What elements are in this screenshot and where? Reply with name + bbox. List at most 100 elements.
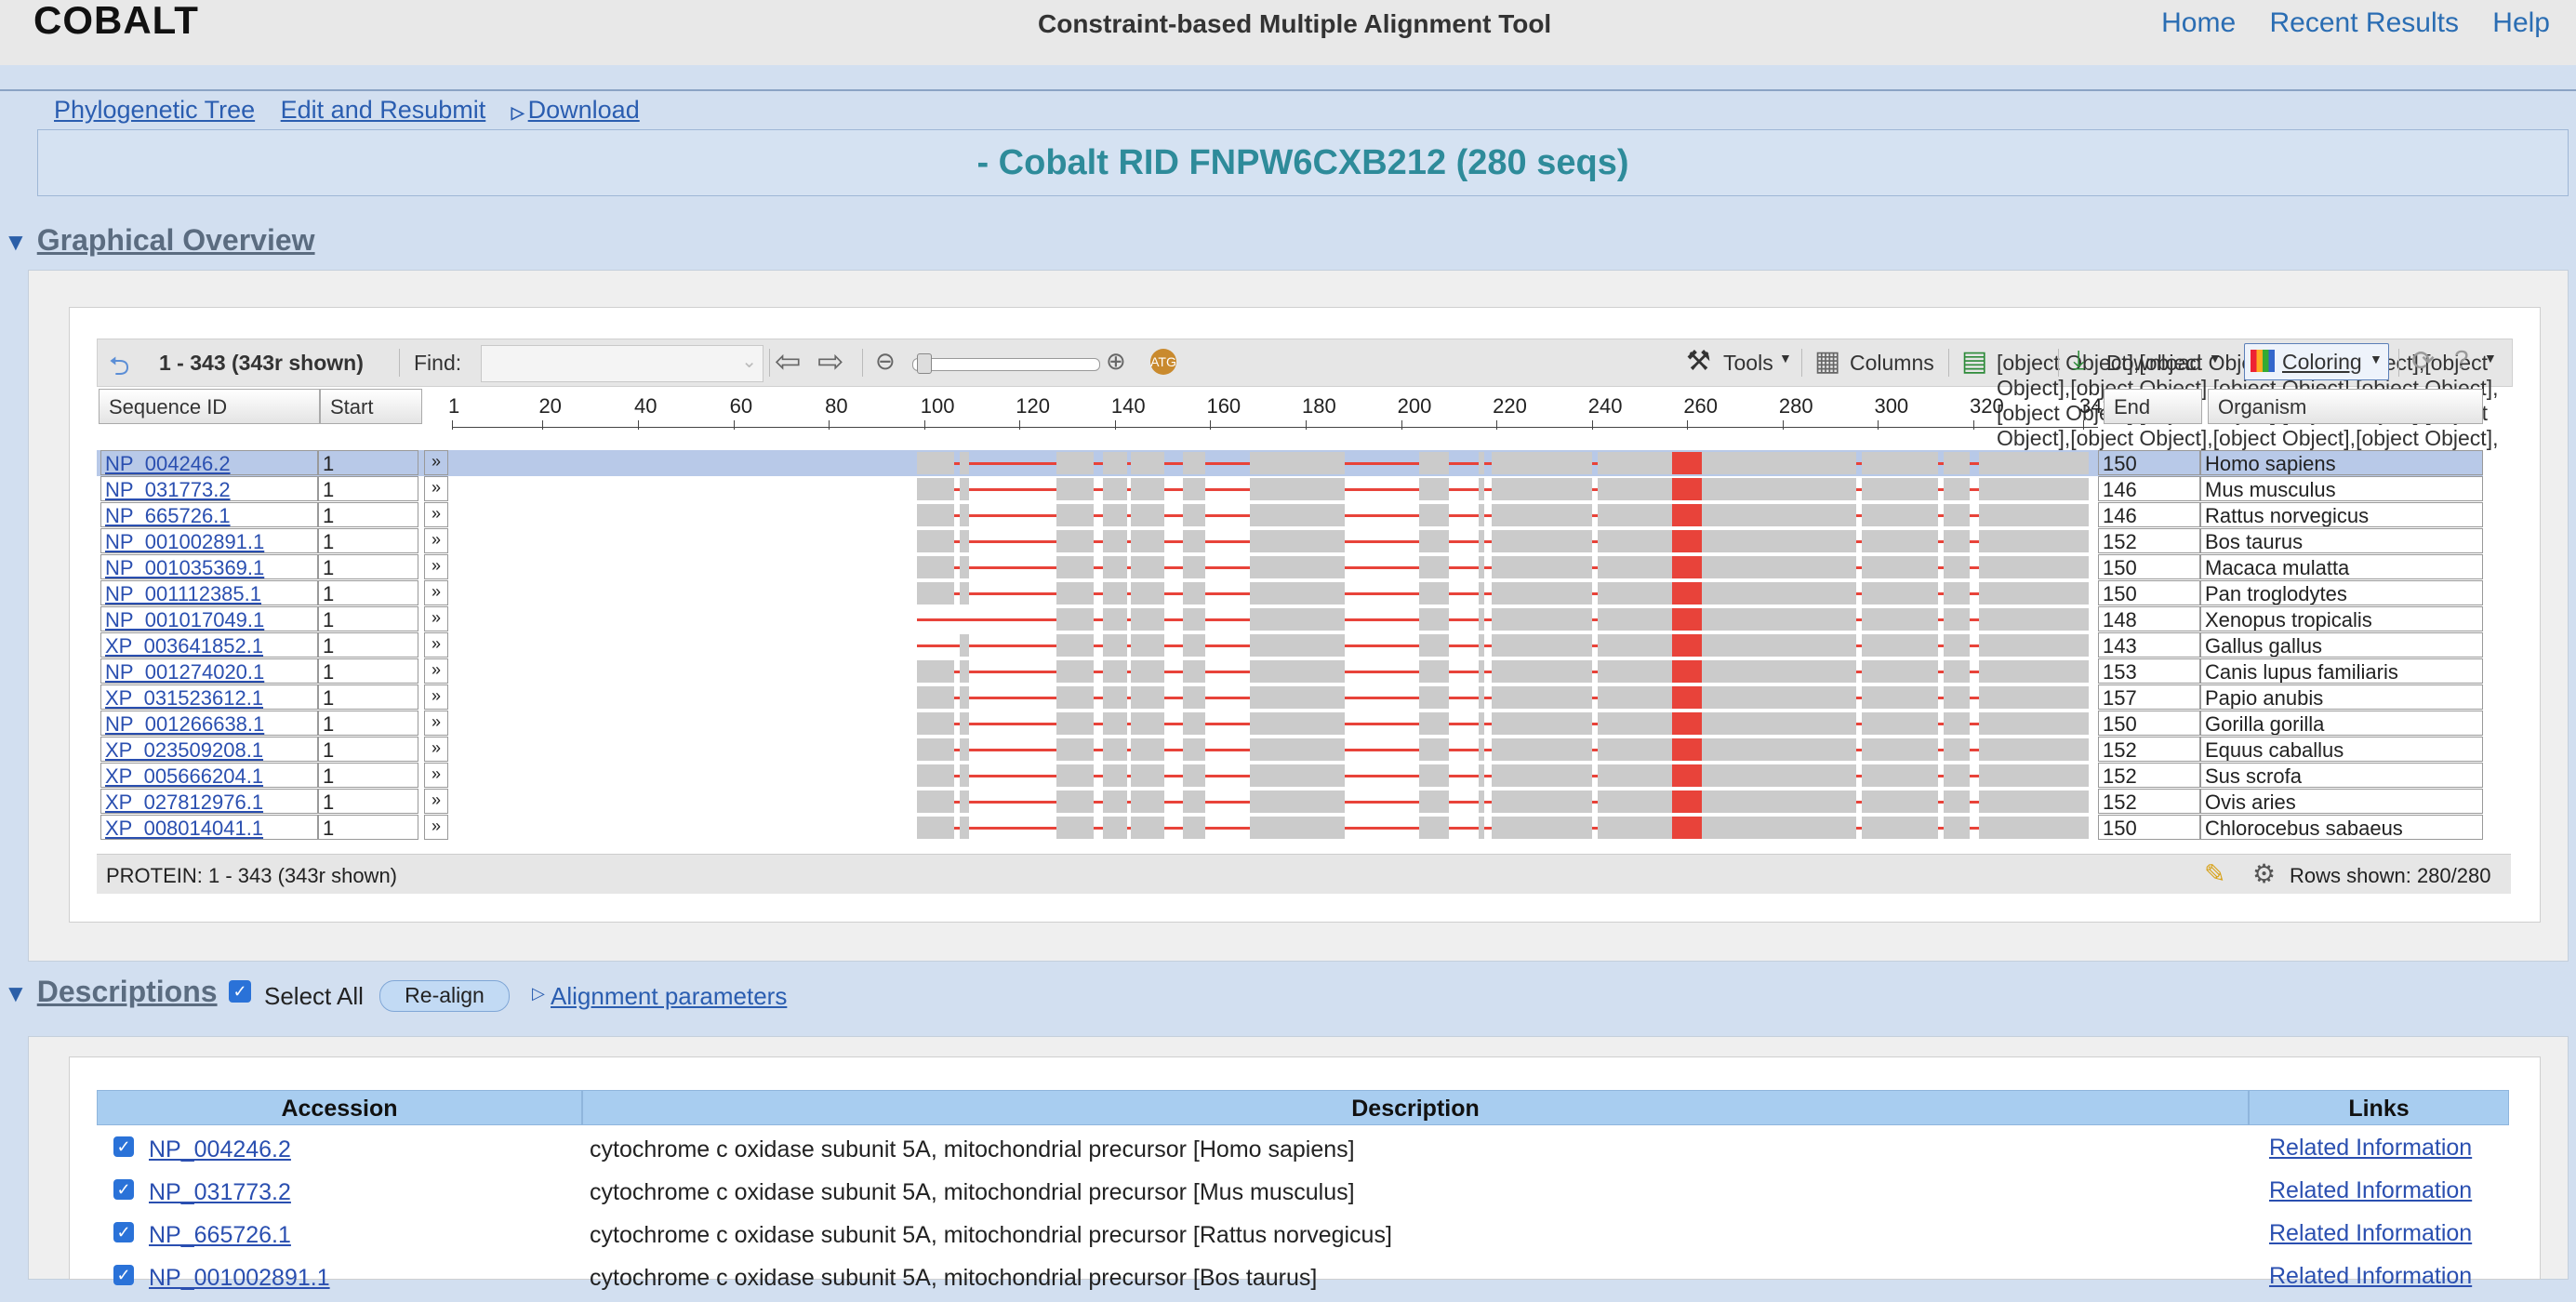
- alignment-row[interactable]: XP_008014041.1 1» 150 Chlorocebus sabaeus: [97, 815, 2483, 841]
- alignment-track[interactable]: [452, 763, 2098, 789]
- related-information-link[interactable]: Related Information: [2269, 1263, 2472, 1290]
- tools-caret-icon[interactable]: ▼: [1779, 351, 1792, 365]
- col-sequence-id[interactable]: Sequence ID: [99, 389, 320, 424]
- help-caret-icon[interactable]: ▼: [2484, 351, 2497, 365]
- alignment-row[interactable]: XP_027812976.1 1» 152 Ovis aries: [97, 789, 2483, 815]
- download-icon[interactable]: ⤓: [2073, 345, 2084, 376]
- graphical-overview-header[interactable]: ▼ Graphical Overview: [4, 223, 315, 258]
- alignment-parameters-link[interactable]: Alignment parameters: [551, 982, 787, 1011]
- related-information-link[interactable]: Related Information: [2269, 1177, 2472, 1204]
- expand-row-icon[interactable]: »: [424, 502, 448, 527]
- nav-help-link[interactable]: Help: [2492, 7, 2550, 38]
- accession-link[interactable]: NP_665726.1: [149, 1222, 291, 1249]
- alignment-row[interactable]: NP_001017049.1 1» 148 Xenopus tropicalis: [97, 606, 2483, 632]
- sequence-id-link[interactable]: XP_031523612.1: [100, 684, 318, 710]
- alignment-row[interactable]: XP_005666204.1 1» 152 Sus scrofa: [97, 763, 2483, 789]
- download-expand-icon[interactable]: ▷: [511, 103, 524, 122]
- alignment-track[interactable]: [452, 580, 2098, 606]
- row-checkbox[interactable]: ✓: [113, 1222, 134, 1242]
- sequence-id-link[interactable]: XP_003641852.1: [100, 632, 318, 658]
- phylogenetic-tree-link[interactable]: Phylogenetic Tree: [54, 96, 255, 124]
- alignment-row[interactable]: NP_001266638.1 1» 150 Gorilla gorilla: [97, 711, 2483, 737]
- expand-row-icon[interactable]: »: [424, 711, 448, 736]
- col-accession[interactable]: Accession: [97, 1090, 582, 1125]
- sequence-id-link[interactable]: NP_001112385.1: [100, 580, 318, 605]
- sequence-id-link[interactable]: NP_001266638.1: [100, 711, 318, 736]
- expand-row-icon[interactable]: »: [424, 763, 448, 788]
- alignment-track[interactable]: [452, 737, 2098, 763]
- expand-row-icon[interactable]: »: [424, 737, 448, 762]
- expand-row-icon[interactable]: »: [424, 658, 448, 684]
- columns-menu[interactable]: Columns: [1850, 351, 1934, 376]
- sequence-id-link[interactable]: NP_004246.2: [100, 450, 318, 475]
- sequence-id-link[interactable]: XP_023509208.1: [100, 737, 318, 762]
- download-link[interactable]: Download: [528, 96, 640, 124]
- col-description[interactable]: Description: [582, 1090, 2249, 1125]
- expand-row-icon[interactable]: »: [424, 580, 448, 605]
- alignment-row[interactable]: NP_001112385.1 1» 150 Pan troglodytes: [97, 580, 2483, 606]
- alignment-row[interactable]: NP_001274020.1 1» 153 Canis lupus familiari…: [97, 658, 2483, 684]
- related-information-link[interactable]: Related Information: [2269, 1220, 2472, 1247]
- zoom-out-icon[interactable]: ⊖: [875, 347, 896, 376]
- alignment-track[interactable]: [452, 711, 2098, 737]
- alignment-track[interactable]: [452, 815, 2098, 841]
- arrow-right-icon[interactable]: ⇨: [817, 343, 844, 380]
- sequence-id-link[interactable]: XP_008014041.1: [100, 815, 318, 840]
- help-icon[interactable]: ?: [2454, 345, 2469, 375]
- alignment-track[interactable]: [452, 476, 2098, 502]
- sequence-id-link[interactable]: NP_665726.1: [100, 502, 318, 527]
- realign-button[interactable]: Re-align: [379, 980, 510, 1012]
- expand-row-icon[interactable]: »: [424, 450, 448, 475]
- alignment-row[interactable]: NP_001002891.1 1» 152 Bos taurus: [97, 528, 2483, 554]
- tools-menu[interactable]: Tools: [1723, 351, 1773, 376]
- nav-recent-results-link[interactable]: Recent Results: [2270, 7, 2459, 38]
- tools-icon[interactable]: ⚒: [1686, 345, 1711, 378]
- alignment-track[interactable]: [452, 658, 2098, 684]
- expand-row-icon[interactable]: »: [424, 789, 448, 814]
- alignment-row[interactable]: NP_004246.2 1» 150 Homo sapiens: [97, 450, 2483, 476]
- select-all-checkbox[interactable]: ✓: [229, 980, 251, 1003]
- coloring-menu[interactable]: Coloring ▼: [2244, 343, 2389, 380]
- expand-row-icon[interactable]: »: [424, 632, 448, 658]
- alignment-row[interactable]: NP_031773.2 1» 146 Mus musculus: [97, 476, 2483, 502]
- descriptions-header[interactable]: ▼ Descriptions: [4, 975, 218, 1009]
- expand-row-icon[interactable]: »: [424, 476, 448, 501]
- descriptions-title[interactable]: Descriptions: [37, 975, 218, 1008]
- alignment-track[interactable]: [452, 632, 2098, 658]
- col-links[interactable]: Links: [2249, 1090, 2509, 1125]
- alignment-row[interactable]: XP_031523612.1 1» 157 Papio anubis: [97, 684, 2483, 711]
- download-menu[interactable]: Download: [2106, 351, 2201, 376]
- accession-link[interactable]: NP_031773.2: [149, 1179, 291, 1206]
- related-information-link[interactable]: Related Information: [2269, 1135, 2472, 1162]
- rows-icon[interactable]: ▤: [1961, 345, 1987, 378]
- find-input[interactable]: ⌄: [481, 345, 764, 382]
- alignment-track[interactable]: [452, 450, 2098, 476]
- params-expand-icon[interactable]: ▷: [532, 984, 545, 1003]
- sequence-id-link[interactable]: NP_001035369.1: [100, 554, 318, 579]
- sequence-id-link[interactable]: NP_031773.2: [100, 476, 318, 501]
- edit-resubmit-link[interactable]: Edit and Resubmit: [281, 96, 486, 124]
- sequence-id-link[interactable]: NP_001017049.1: [100, 606, 318, 631]
- expand-row-icon[interactable]: »: [424, 815, 448, 840]
- alignment-track[interactable]: [452, 502, 2098, 528]
- find-dropdown-icon[interactable]: ⌄: [741, 350, 757, 373]
- nav-home-link[interactable]: Home: [2161, 7, 2236, 38]
- collapse-triangle-icon[interactable]: ▼: [4, 228, 28, 257]
- alignment-row[interactable]: XP_003641852.1 1» 143 Gallus gallus: [97, 632, 2483, 658]
- col-start[interactable]: Start: [320, 389, 422, 424]
- columns-icon[interactable]: ▦: [1814, 345, 1840, 378]
- alignment-row[interactable]: NP_665726.1 1» 146 Rattus norvegicus: [97, 502, 2483, 528]
- graphical-overview-title[interactable]: Graphical Overview: [37, 223, 315, 257]
- col-organism[interactable]: Organism: [2208, 389, 2483, 424]
- sequence-id-link[interactable]: NP_001274020.1: [100, 658, 318, 684]
- expand-row-icon[interactable]: »: [424, 684, 448, 710]
- row-checkbox[interactable]: ✓: [113, 1265, 134, 1285]
- row-checkbox[interactable]: ✓: [113, 1136, 134, 1157]
- undo-icon[interactable]: ⮌: [109, 347, 129, 392]
- sequence-id-link[interactable]: XP_005666204.1: [100, 763, 318, 788]
- alignment-track[interactable]: [452, 554, 2098, 580]
- row-checkbox[interactable]: ✓: [113, 1179, 134, 1200]
- sequence-id-link[interactable]: XP_027812976.1: [100, 789, 318, 814]
- app-logo[interactable]: COBALT: [33, 0, 199, 43]
- alignment-track[interactable]: [452, 528, 2098, 554]
